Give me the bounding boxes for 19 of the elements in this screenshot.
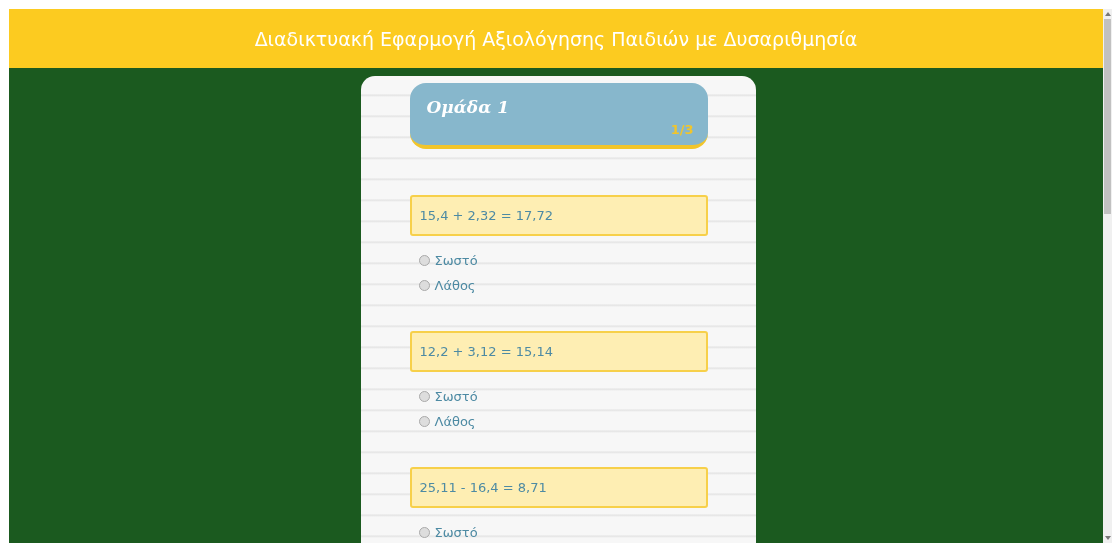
scroll-down-icon[interactable] [1104,536,1111,540]
scrollbar[interactable] [1103,9,1112,543]
progress-counter: 1/3 [670,122,694,137]
radio-button[interactable] [418,280,430,291]
radio-button[interactable] [418,416,430,427]
answer-option[interactable]: Λάθος [418,273,708,298]
app-title: Διαδικτυακή Εφαρμογή Αξιολόγησης Παιδιών με Δυσαριθμησία [254,27,858,50]
radio-button[interactable] [418,527,430,538]
group-title: Ομάδα 1 [426,97,510,117]
radio-button[interactable] [418,255,430,266]
answer-option[interactable]: Λάθος [418,409,708,434]
question-box: 12,2 + 3,12 = 15,14 [409,331,708,372]
answer-option[interactable]: Σωστό [418,384,708,409]
answer-option[interactable]: Σωστό [418,248,708,273]
radio-button[interactable] [418,391,430,402]
scroll-thumb[interactable] [1104,19,1111,214]
question-box: 15,4 + 2,32 = 17,72 [409,195,708,236]
question-box: 25,11 - 16,4 = 8,71 [409,467,708,508]
answer-option[interactable]: Σωστό [418,520,708,543]
